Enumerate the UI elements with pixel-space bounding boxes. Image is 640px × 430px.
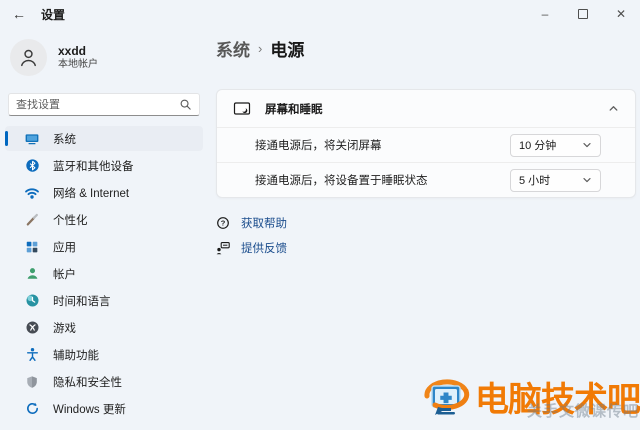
back-icon[interactable]: ←: [12, 7, 26, 21]
footer-links: ? 获取帮助 提供反馈: [216, 215, 287, 256]
maximize-icon[interactable]: [564, 0, 602, 27]
windows-update-icon: [24, 401, 40, 417]
get-help-label: 获取帮助: [241, 215, 287, 231]
sidebar-item-personalization[interactable]: 个性化: [5, 207, 203, 232]
sidebar-item-label: 帐户: [53, 266, 76, 282]
bluetooth-icon: [24, 158, 40, 174]
watermark-logo-icon: [421, 374, 473, 426]
chevron-down-icon: [582, 140, 592, 150]
sidebar-item-label: 蓝牙和其他设备: [53, 158, 134, 174]
person-icon: [18, 47, 39, 68]
dropdown-value: 10 分钟: [519, 137, 556, 153]
help-icon: ?: [216, 216, 230, 230]
give-feedback-link[interactable]: 提供反馈: [216, 240, 287, 256]
sidebar-item-label: Windows 更新: [53, 401, 126, 417]
accounts-icon: [24, 266, 40, 282]
avatar: [10, 39, 47, 76]
system-icon: [24, 131, 40, 147]
search-icon: [179, 98, 192, 111]
sidebar-item-label: 时间和语言: [53, 293, 111, 309]
sidebar-item-apps[interactable]: 应用: [5, 234, 203, 259]
titlebar: ← 设置 – ✕: [0, 0, 640, 28]
main-content: 系统 › 电源 屏幕和睡眠 接通电源后，将关闭屏幕 10 分钟: [208, 28, 640, 430]
sidebar-nav: 系统 蓝牙和其他设备 网络 & Internet 个性化 应用 帐户: [0, 126, 208, 421]
accessibility-icon: [24, 347, 40, 363]
network-icon: [24, 185, 40, 201]
search-input[interactable]: [16, 99, 179, 111]
search-box[interactable]: [8, 93, 200, 116]
chevron-up-icon[interactable]: [608, 103, 619, 114]
sidebar-item-label: 隐私和安全性: [53, 374, 122, 390]
sidebar-item-accessibility[interactable]: 辅助功能: [5, 342, 203, 367]
personalization-icon: [24, 212, 40, 228]
window-title: 设置: [41, 6, 65, 23]
sleep-timeout-dropdown[interactable]: 5 小时: [510, 169, 601, 192]
sidebar-item-bluetooth[interactable]: 蓝牙和其他设备: [5, 153, 203, 178]
gaming-icon: [24, 320, 40, 336]
account-type: 本地帐户: [58, 58, 98, 71]
sidebar-item-windows-update[interactable]: Windows 更新: [5, 396, 203, 421]
window-controls: – ✕: [526, 0, 640, 28]
card-title: 屏幕和睡眠: [265, 101, 594, 117]
screen-sleep-expander[interactable]: 屏幕和睡眠: [217, 90, 635, 128]
screen-off-timeout-dropdown[interactable]: 10 分钟: [510, 134, 601, 157]
apps-icon: [24, 239, 40, 255]
sidebar-item-accounts[interactable]: 帐户: [5, 261, 203, 286]
sidebar-item-label: 游戏: [53, 320, 76, 336]
feedback-icon: [216, 241, 230, 255]
minimize-icon[interactable]: –: [526, 0, 564, 27]
sidebar-item-system[interactable]: 系统: [5, 126, 203, 151]
sidebar-item-privacy[interactable]: 隐私和安全性: [5, 369, 203, 394]
sidebar-item-label: 系统: [53, 131, 76, 147]
svg-text:?: ?: [221, 219, 226, 228]
sidebar-item-gaming[interactable]: 游戏: [5, 315, 203, 340]
screen-sleep-card: 屏幕和睡眠 接通电源后，将关闭屏幕 10 分钟 接通电源后，将设备置于睡眠状态 …: [216, 89, 636, 198]
chevron-down-icon: [582, 175, 592, 185]
sidebar: xxdd 本地帐户 系统 蓝牙和其他设备 网络 & Internet: [0, 28, 208, 430]
chevron-right-icon: ›: [258, 41, 262, 56]
sidebar-item-time-language[interactable]: 时间和语言: [5, 288, 203, 313]
breadcrumb: 系统 › 电源: [216, 36, 304, 61]
time-language-icon: [24, 293, 40, 309]
page-title: 电源: [270, 36, 304, 61]
user-profile[interactable]: xxdd 本地帐户: [0, 28, 208, 84]
sidebar-item-label: 辅助功能: [53, 347, 99, 363]
user-name: xxdd: [58, 44, 98, 58]
sidebar-item-label: 应用: [53, 239, 76, 255]
settings-window: ← 设置 – ✕ xxdd 本地帐户 系统: [0, 0, 640, 430]
breadcrumb-system[interactable]: 系统: [216, 36, 250, 61]
sidebar-item-network[interactable]: 网络 & Internet: [5, 180, 203, 205]
sidebar-item-label: 网络 & Internet: [53, 185, 129, 201]
watermark-faint-text: 关手文微课传吧: [527, 400, 639, 421]
setting-row-screen-off: 接通电源后，将关闭屏幕 10 分钟: [217, 128, 635, 163]
setting-label: 接通电源后，将关闭屏幕: [255, 137, 510, 153]
sidebar-item-label: 个性化: [53, 212, 88, 228]
privacy-icon: [24, 374, 40, 390]
get-help-link[interactable]: ? 获取帮助: [216, 215, 287, 231]
dropdown-value: 5 小时: [519, 172, 550, 188]
screen-sleep-icon: [233, 101, 251, 117]
close-icon[interactable]: ✕: [602, 0, 640, 27]
give-feedback-label: 提供反馈: [241, 240, 287, 256]
setting-label: 接通电源后，将设备置于睡眠状态: [255, 172, 510, 188]
setting-row-sleep: 接通电源后，将设备置于睡眠状态 5 小时: [217, 163, 635, 197]
